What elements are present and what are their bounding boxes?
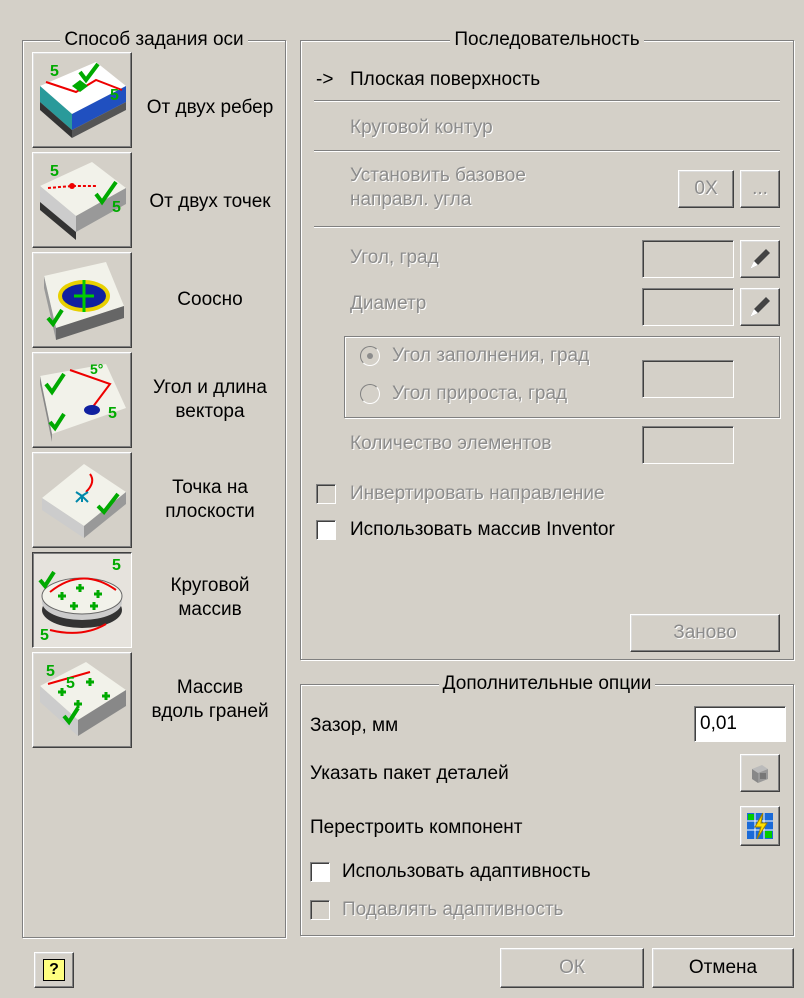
angle-vector-icon: 5° 5 xyxy=(40,361,126,442)
extra-options-title: Дополнительные опции xyxy=(438,673,656,694)
svg-text:5: 5 xyxy=(50,163,59,180)
method-coaxial-label: Соосно xyxy=(177,289,243,310)
increment-angle-label: Угол прироста, град xyxy=(392,383,568,404)
method-array-along-faces-button[interactable]: 5 5 xyxy=(32,652,132,748)
count-label: Количество элементов xyxy=(350,433,552,454)
method-array-along-faces-label: Массив вдоль граней xyxy=(151,677,269,722)
axis-method-title: Способ задания оси xyxy=(60,29,248,50)
angle-pick-button[interactable] xyxy=(740,240,780,278)
parts-package-icon xyxy=(752,765,768,783)
two-edges-icon: 5 5 xyxy=(40,62,126,138)
pencil-icon xyxy=(750,249,770,269)
current-step-arrow: -> xyxy=(316,69,334,90)
invert-direction-label: Инвертировать направление xyxy=(350,483,605,504)
angle-input[interactable] xyxy=(642,240,734,278)
angle-label: Угол, град xyxy=(350,247,439,268)
svg-text:5: 5 xyxy=(108,405,117,422)
method-angle-vector-button[interactable]: 5° 5 xyxy=(32,352,132,448)
use-adaptivity-checkbox[interactable] xyxy=(310,862,330,882)
two-points-icon: 5 5 xyxy=(40,162,126,240)
browse-direction-button[interactable]: ... xyxy=(740,170,780,208)
method-two-points-label: От двух точек xyxy=(149,191,271,212)
step-set-base-direction-line2[interactable]: направл. угла xyxy=(350,188,471,212)
separator xyxy=(314,100,780,102)
pencil-icon xyxy=(750,297,770,317)
angle-mode-input[interactable] xyxy=(642,360,734,398)
rebuild-component-button[interactable] xyxy=(740,806,780,846)
method-circular-array-label: Круговой массив xyxy=(170,575,250,620)
step-flat-surface[interactable]: Плоская поверхность xyxy=(350,68,540,92)
gap-label: Зазор, мм xyxy=(310,715,399,736)
rebuild-component-label: Перестроить компонент xyxy=(310,817,523,838)
invert-direction-checkbox[interactable] xyxy=(316,484,336,504)
suppress-adaptivity-label: Подавлять адаптивность xyxy=(342,899,564,920)
coaxial-icon xyxy=(44,262,124,340)
separator xyxy=(314,226,780,228)
method-angle-vector-label: Угол и длина вектора xyxy=(153,377,267,422)
fill-angle-label: Угол заполнения, град xyxy=(392,345,590,366)
ox-button[interactable]: 0X xyxy=(678,170,734,208)
ok-button[interactable]: ОК xyxy=(500,948,644,988)
step-set-base-direction-line1[interactable]: Установить базовое xyxy=(350,164,526,188)
suppress-adaptivity-checkbox[interactable] xyxy=(310,900,330,920)
svg-text:5: 5 xyxy=(40,627,49,644)
svg-text:5°: 5° xyxy=(90,361,103,377)
diameter-pick-button[interactable] xyxy=(740,288,780,326)
svg-text:5: 5 xyxy=(110,87,119,104)
method-coaxial-button[interactable] xyxy=(32,252,132,348)
method-circular-array-button[interactable]: 5 5 xyxy=(32,552,132,648)
svg-text:5: 5 xyxy=(112,199,121,216)
sequence-title: Последовательность xyxy=(450,29,644,50)
svg-text:5: 5 xyxy=(112,557,121,574)
method-two-points-button[interactable]: 5 5 xyxy=(32,152,132,248)
diameter-label: Диаметр xyxy=(350,293,427,314)
method-two-edges-label: От двух ребер xyxy=(146,97,274,118)
point-on-plane-icon xyxy=(42,464,126,538)
method-point-on-plane-button[interactable] xyxy=(32,452,132,548)
fill-angle-radio[interactable] xyxy=(360,346,380,366)
separator xyxy=(314,150,780,152)
count-input[interactable] xyxy=(642,426,734,464)
circular-array-dialog: Способ задания оси 5 5 От двух ребер 5 5… xyxy=(0,0,804,998)
cancel-button[interactable]: Отмена xyxy=(652,948,794,988)
parts-package-label: Указать пакет деталей xyxy=(310,763,509,784)
step-circular-contour[interactable]: Круговой контур xyxy=(350,116,493,140)
help-icon: ? xyxy=(43,959,65,981)
rebuild-icon xyxy=(747,812,773,840)
circular-array-icon: 5 5 xyxy=(38,557,123,644)
svg-text:5: 5 xyxy=(50,63,59,80)
reset-button[interactable]: Заново xyxy=(630,614,780,652)
parts-package-button[interactable] xyxy=(740,754,780,792)
gap-input[interactable] xyxy=(694,706,786,742)
method-point-on-plane-label: Точка на плоскости xyxy=(165,477,255,522)
array-along-faces-icon: 5 5 xyxy=(40,662,126,736)
use-adaptivity-label: Использовать адаптивность xyxy=(342,861,591,882)
use-inventor-array-checkbox[interactable] xyxy=(316,520,336,540)
method-two-edges-button[interactable]: 5 5 xyxy=(32,52,132,148)
use-inventor-array-label: Использовать массив Inventor xyxy=(350,519,615,540)
increment-angle-radio[interactable] xyxy=(360,384,380,404)
svg-text:5: 5 xyxy=(66,675,75,692)
help-button[interactable]: ? xyxy=(34,952,74,988)
svg-text:5: 5 xyxy=(46,663,55,680)
diameter-input[interactable] xyxy=(642,288,734,326)
